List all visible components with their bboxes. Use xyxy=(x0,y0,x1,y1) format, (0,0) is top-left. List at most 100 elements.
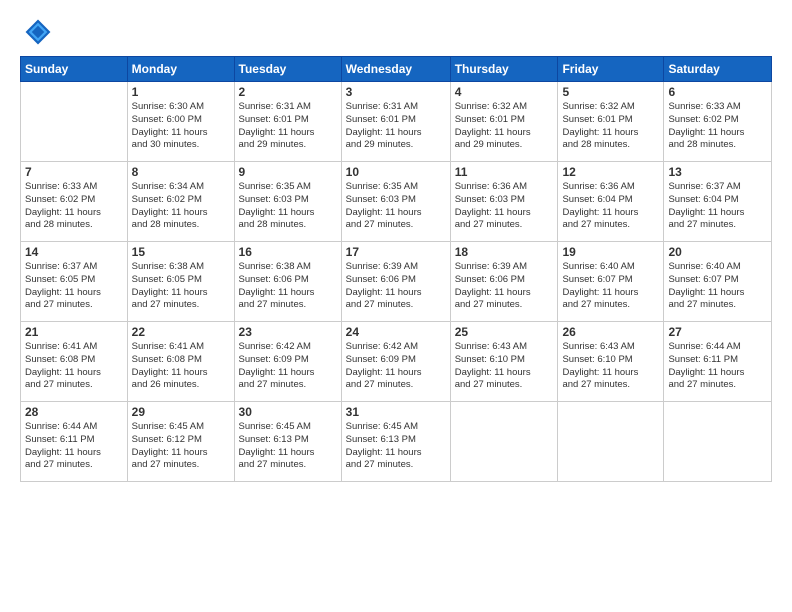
calendar-cell: 16 Sunrise: 6:38 AM Sunset: 6:06 PM Dayli… xyxy=(234,242,341,322)
day-info: Sunrise: 6:38 AM Sunset: 6:05 PM Dayligh… xyxy=(132,261,230,312)
calendar-cell: 23 Sunrise: 6:42 AM Sunset: 6:09 PM Dayli… xyxy=(234,322,341,402)
day-info: Sunrise: 6:37 AM Sunset: 6:04 PM Dayligh… xyxy=(668,181,767,232)
day-number: 23 xyxy=(239,325,337,339)
header-row: SundayMondayTuesdayWednesdayThursdayFrid… xyxy=(21,57,772,82)
calendar-cell xyxy=(450,402,558,482)
day-info: Sunrise: 6:30 AM Sunset: 6:00 PM Dayligh… xyxy=(132,101,230,152)
logo-icon xyxy=(24,18,52,46)
calendar-cell: 4Sunrise: 6:32 AM Sunset: 6:01 PM Daylig… xyxy=(450,82,558,162)
calendar-cell: 12 Sunrise: 6:36 AM Sunset: 6:04 PM Dayli… xyxy=(558,162,664,242)
day-number: 1 xyxy=(132,85,230,99)
day-number: 29 xyxy=(132,405,230,419)
calendar-cell: 11 Sunrise: 6:36 AM Sunset: 6:03 PM Dayli… xyxy=(450,162,558,242)
col-header-friday: Friday xyxy=(558,57,664,82)
calendar-cell: 2 Sunrise: 6:31 AM Sunset: 6:01 PM Daylig… xyxy=(234,82,341,162)
calendar-cell: 3 Sunrise: 6:31 AM Sunset: 6:01 PM Daylig… xyxy=(341,82,450,162)
day-number: 22 xyxy=(132,325,230,339)
calendar-cell: 15 Sunrise: 6:38 AM Sunset: 6:05 PM Dayli… xyxy=(127,242,234,322)
day-info: Sunrise: 6:34 AM Sunset: 6:02 PM Dayligh… xyxy=(132,181,230,232)
day-info: Sunrise: 6:31 AM Sunset: 6:01 PM Dayligh… xyxy=(346,101,446,152)
calendar-cell: 30 Sunrise: 6:45 AM Sunset: 6:13 PM Dayli… xyxy=(234,402,341,482)
day-number: 3 xyxy=(346,85,446,99)
col-header-saturday: Saturday xyxy=(664,57,772,82)
day-number: 15 xyxy=(132,245,230,259)
day-info: Sunrise: 6:45 AM Sunset: 6:13 PM Dayligh… xyxy=(239,421,337,472)
day-number: 8 xyxy=(132,165,230,179)
day-info: Sunrise: 6:39 AM Sunset: 6:06 PM Dayligh… xyxy=(346,261,446,312)
day-info: Sunrise: 6:38 AM Sunset: 6:06 PM Dayligh… xyxy=(239,261,337,312)
col-header-tuesday: Tuesday xyxy=(234,57,341,82)
day-number: 12 xyxy=(562,165,659,179)
calendar-cell xyxy=(21,82,128,162)
calendar-cell: 10 Sunrise: 6:35 AM Sunset: 6:03 PM Dayli… xyxy=(341,162,450,242)
day-number: 10 xyxy=(346,165,446,179)
week-row-5: 28 Sunrise: 6:44 AM Sunset: 6:11 PM Dayli… xyxy=(21,402,772,482)
day-info: Sunrise: 6:42 AM Sunset: 6:09 PM Dayligh… xyxy=(239,341,337,392)
calendar-cell: 13 Sunrise: 6:37 AM Sunset: 6:04 PM Dayli… xyxy=(664,162,772,242)
col-header-thursday: Thursday xyxy=(450,57,558,82)
day-info: Sunrise: 6:33 AM Sunset: 6:02 PM Dayligh… xyxy=(25,181,123,232)
day-info: Sunrise: 6:36 AM Sunset: 6:04 PM Dayligh… xyxy=(562,181,659,232)
calendar-cell: 17Sunrise: 6:39 AM Sunset: 6:06 PM Dayli… xyxy=(341,242,450,322)
day-number: 27 xyxy=(668,325,767,339)
page: SundayMondayTuesdayWednesdayThursdayFrid… xyxy=(0,0,792,612)
day-info: Sunrise: 6:31 AM Sunset: 6:01 PM Dayligh… xyxy=(239,101,337,152)
day-info: Sunrise: 6:32 AM Sunset: 6:01 PM Dayligh… xyxy=(562,101,659,152)
col-header-wednesday: Wednesday xyxy=(341,57,450,82)
day-number: 13 xyxy=(668,165,767,179)
day-number: 26 xyxy=(562,325,659,339)
day-number: 14 xyxy=(25,245,123,259)
calendar-cell: 18Sunrise: 6:39 AM Sunset: 6:06 PM Dayli… xyxy=(450,242,558,322)
calendar-cell: 27 Sunrise: 6:44 AM Sunset: 6:11 PM Dayli… xyxy=(664,322,772,402)
day-number: 16 xyxy=(239,245,337,259)
calendar-cell xyxy=(664,402,772,482)
calendar-cell: 6Sunrise: 6:33 AM Sunset: 6:02 PM Daylig… xyxy=(664,82,772,162)
logo xyxy=(20,18,52,46)
day-info: Sunrise: 6:41 AM Sunset: 6:08 PM Dayligh… xyxy=(25,341,123,392)
day-info: Sunrise: 6:44 AM Sunset: 6:11 PM Dayligh… xyxy=(668,341,767,392)
day-info: Sunrise: 6:43 AM Sunset: 6:10 PM Dayligh… xyxy=(562,341,659,392)
week-row-1: 1 Sunrise: 6:30 AM Sunset: 6:00 PM Daylig… xyxy=(21,82,772,162)
calendar-cell: 19 Sunrise: 6:40 AM Sunset: 6:07 PM Dayli… xyxy=(558,242,664,322)
day-info: Sunrise: 6:43 AM Sunset: 6:10 PM Dayligh… xyxy=(455,341,554,392)
day-info: Sunrise: 6:37 AM Sunset: 6:05 PM Dayligh… xyxy=(25,261,123,312)
day-info: Sunrise: 6:44 AM Sunset: 6:11 PM Dayligh… xyxy=(25,421,123,472)
day-info: Sunrise: 6:35 AM Sunset: 6:03 PM Dayligh… xyxy=(346,181,446,232)
day-info: Sunrise: 6:35 AM Sunset: 6:03 PM Dayligh… xyxy=(239,181,337,232)
calendar-cell: 14 Sunrise: 6:37 AM Sunset: 6:05 PM Dayli… xyxy=(21,242,128,322)
day-info: Sunrise: 6:40 AM Sunset: 6:07 PM Dayligh… xyxy=(668,261,767,312)
day-number: 25 xyxy=(455,325,554,339)
day-number: 7 xyxy=(25,165,123,179)
calendar-cell: 21 Sunrise: 6:41 AM Sunset: 6:08 PM Dayli… xyxy=(21,322,128,402)
week-row-2: 7 Sunrise: 6:33 AM Sunset: 6:02 PM Daylig… xyxy=(21,162,772,242)
day-number: 20 xyxy=(668,245,767,259)
header xyxy=(20,18,772,46)
calendar-cell: 7 Sunrise: 6:33 AM Sunset: 6:02 PM Daylig… xyxy=(21,162,128,242)
calendar-cell: 22Sunrise: 6:41 AM Sunset: 6:08 PM Dayli… xyxy=(127,322,234,402)
day-number: 19 xyxy=(562,245,659,259)
calendar-cell: 1 Sunrise: 6:30 AM Sunset: 6:00 PM Daylig… xyxy=(127,82,234,162)
calendar-cell: 24Sunrise: 6:42 AM Sunset: 6:09 PM Dayli… xyxy=(341,322,450,402)
day-number: 21 xyxy=(25,325,123,339)
calendar-cell: 9Sunrise: 6:35 AM Sunset: 6:03 PM Daylig… xyxy=(234,162,341,242)
day-info: Sunrise: 6:36 AM Sunset: 6:03 PM Dayligh… xyxy=(455,181,554,232)
day-number: 31 xyxy=(346,405,446,419)
day-info: Sunrise: 6:39 AM Sunset: 6:06 PM Dayligh… xyxy=(455,261,554,312)
week-row-3: 14 Sunrise: 6:37 AM Sunset: 6:05 PM Dayli… xyxy=(21,242,772,322)
calendar-cell: 28 Sunrise: 6:44 AM Sunset: 6:11 PM Dayli… xyxy=(21,402,128,482)
calendar-cell: 8 Sunrise: 6:34 AM Sunset: 6:02 PM Daylig… xyxy=(127,162,234,242)
calendar-cell: 20 Sunrise: 6:40 AM Sunset: 6:07 PM Dayli… xyxy=(664,242,772,322)
calendar-cell: 25 Sunrise: 6:43 AM Sunset: 6:10 PM Dayli… xyxy=(450,322,558,402)
calendar-table: SundayMondayTuesdayWednesdayThursdayFrid… xyxy=(20,56,772,482)
day-info: Sunrise: 6:33 AM Sunset: 6:02 PM Dayligh… xyxy=(668,101,767,152)
day-info: Sunrise: 6:40 AM Sunset: 6:07 PM Dayligh… xyxy=(562,261,659,312)
day-number: 5 xyxy=(562,85,659,99)
day-number: 11 xyxy=(455,165,554,179)
col-header-sunday: Sunday xyxy=(21,57,128,82)
day-number: 2 xyxy=(239,85,337,99)
day-number: 24 xyxy=(346,325,446,339)
day-info: Sunrise: 6:45 AM Sunset: 6:12 PM Dayligh… xyxy=(132,421,230,472)
day-number: 4 xyxy=(455,85,554,99)
day-number: 30 xyxy=(239,405,337,419)
day-number: 28 xyxy=(25,405,123,419)
